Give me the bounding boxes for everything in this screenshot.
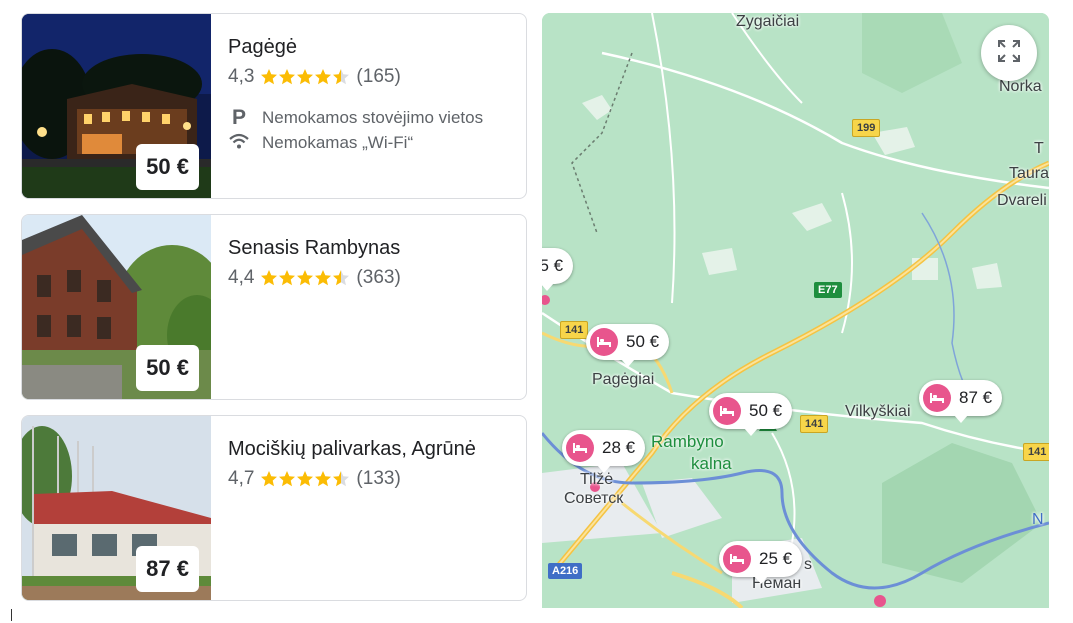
rating-row: 4,7 (133) (228, 467, 516, 491)
rating-row: 4,3 (165) (228, 65, 516, 89)
star-rating (260, 269, 350, 287)
place-label: Zygaičiai (736, 13, 800, 30)
review-count[interactable]: (363) (356, 267, 400, 289)
place-label: Taura (1009, 165, 1049, 182)
bed-icon (923, 384, 951, 412)
place-label: Dvareli (997, 192, 1047, 209)
star-icon (333, 69, 350, 85)
bed-icon (590, 328, 618, 356)
hotel-name[interactable]: Senasis Rambynas (228, 235, 516, 261)
star-icon (333, 270, 350, 286)
bed-icon (566, 434, 594, 462)
price-pin[interactable]: 87 € (919, 380, 1003, 423)
star-icon (297, 69, 314, 85)
place-label: Tilžė (580, 471, 614, 488)
hotel-card[interactable]: 50 € Senasis Rambynas 4,4 (363) (21, 214, 527, 400)
place-label: s (804, 556, 812, 573)
price-badge: 50 € (136, 144, 199, 190)
star-icon (315, 69, 332, 85)
place-label: kalna (691, 454, 732, 473)
star-icon (333, 471, 350, 487)
star-icon (297, 270, 314, 286)
bed-icon (713, 397, 741, 425)
star-icon (261, 69, 278, 85)
rating-value: 4,4 (228, 267, 255, 288)
map-base (542, 13, 1049, 608)
amenity-label: Nemokamas „Wi-Fi“ (262, 132, 414, 152)
road-shield: E77 (814, 282, 842, 298)
road-shield: A216 (548, 563, 583, 579)
hotel-photo[interactable]: 50 € (22, 14, 211, 198)
hotel-photo[interactable]: 87 € (22, 416, 211, 600)
star-rating (260, 470, 350, 488)
wifi-icon (228, 131, 250, 155)
price-pin[interactable]: 50 € (586, 324, 670, 367)
star-icon (279, 270, 296, 286)
road-shield: 141 (560, 321, 589, 339)
bed-icon (723, 545, 751, 573)
rating-row: 4,4 (363) (228, 266, 516, 290)
price-pin[interactable]: 50 € (709, 393, 793, 436)
place-label: Советск (564, 490, 624, 507)
road-shield: 141 (800, 415, 829, 433)
hotel-card[interactable]: 50 € Pagėgė 4,3 (165) P Nemokamos stovėj… (21, 13, 527, 199)
amenity-parking: P Nemokamos stovėjimo vietos (228, 105, 516, 130)
place-label: Pagėgiai (592, 371, 655, 388)
review-count[interactable]: (133) (356, 468, 400, 490)
hotel-name[interactable]: Mociškių palivarkas, Agrūnė (228, 436, 516, 462)
rating-value: 4,3 (228, 66, 255, 87)
road-shield: 141 (1023, 443, 1049, 461)
fullscreen-button[interactable] (981, 25, 1037, 81)
hotel-name[interactable]: Pagėgė (228, 34, 516, 60)
amenity-label: Nemokamos stovėjimo vietos (262, 107, 484, 127)
hotel-photo[interactable]: 50 € (22, 215, 211, 399)
parking-icon: P (231, 105, 246, 129)
hotel-card[interactable]: 87 € Mociškių palivarkas, Agrūnė 4,7 (13… (21, 415, 527, 601)
star-icon (315, 471, 332, 487)
expand-icon (996, 38, 1022, 69)
place-label: Rambyno (651, 432, 724, 451)
star-icon (261, 471, 278, 487)
map[interactable]: Zygaičiai Norka T Taura Dvareli Pagėgiai… (542, 13, 1049, 608)
text-cursor (11, 609, 12, 621)
star-icon (279, 471, 296, 487)
price-pin[interactable]: 25 € (719, 541, 803, 584)
place-label: T (1034, 140, 1044, 157)
star-icon (279, 69, 296, 85)
amenity-wifi: Nemokamas „Wi-Fi“ (228, 130, 516, 155)
road-shield: 199 (852, 119, 881, 137)
price-badge: 87 € (136, 546, 199, 592)
star-icon (315, 270, 332, 286)
star-icon (297, 471, 314, 487)
review-count[interactable]: (165) (356, 66, 400, 88)
place-label: Vilkyškiai (845, 403, 911, 420)
rating-value: 4,7 (228, 468, 255, 489)
price-badge: 50 € (136, 345, 199, 391)
star-rating (260, 68, 350, 86)
place-label: N (1032, 511, 1044, 528)
star-icon (261, 270, 278, 286)
price-pin[interactable]: 28 € (562, 430, 646, 473)
